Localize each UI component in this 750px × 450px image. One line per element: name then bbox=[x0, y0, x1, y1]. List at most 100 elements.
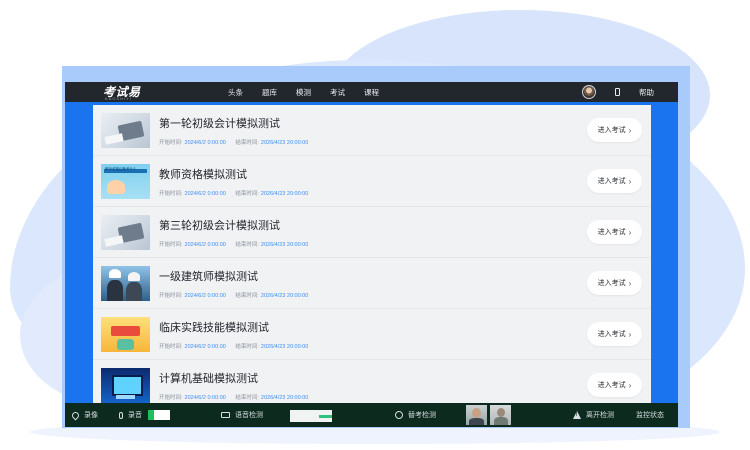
warning-icon bbox=[573, 411, 581, 419]
face-icon bbox=[395, 411, 403, 419]
chevron-right-icon: › bbox=[628, 125, 632, 135]
nav-right: 帮助 bbox=[582, 82, 654, 102]
exam-times: 开始时间: 2024/6/2 0:00:00 结束时间: 2026/4/23 20:… bbox=[159, 138, 316, 146]
end-time-value: 2026/4/23 20:00:00 bbox=[260, 242, 309, 248]
nav-item-mock-test[interactable]: 模测 bbox=[296, 87, 311, 98]
exam-times: 开始时间: 2024/6/2 0:00:00 结束时间: 2026/4/23 20:… bbox=[159, 291, 316, 299]
enter-exam-button[interactable]: 进入考试 › bbox=[587, 220, 642, 244]
exam-times: 开始时间: 2024/6/2 0:00:00 结束时间: 2026/4/23 20:… bbox=[159, 189, 316, 197]
exam-title[interactable]: 教师资格模拟测试 bbox=[159, 166, 247, 182]
camera-feed bbox=[466, 405, 487, 425]
logo-subtitle: KAOSHIYI bbox=[105, 96, 132, 101]
list-item: 计算机基础模拟测试 开始时间: 2024/6/2 0:00:00 结束时间: 202… bbox=[93, 360, 651, 403]
end-time-label: 结束时间: bbox=[235, 344, 259, 350]
app-window: 考试易 KAOSHIYI 头条 题库 模测 考试 课程 帮助 第一轮初级会计模拟… bbox=[65, 82, 678, 427]
start-time-value: 2024/6/2 0:00:00 bbox=[184, 242, 226, 248]
end-time-label: 结束时间: bbox=[235, 191, 259, 197]
end-time-value: 2026/4/23 20:00:00 bbox=[260, 395, 309, 401]
computer-thumbnail bbox=[101, 368, 150, 403]
enter-exam-button[interactable]: 进入考试 › bbox=[587, 271, 642, 295]
start-time-label: 开始时间: bbox=[159, 191, 183, 197]
enter-exam-label: 进入考试 bbox=[597, 280, 626, 287]
location-pin-icon bbox=[70, 410, 81, 420]
start-time-value: 2024/6/2 0:00:00 bbox=[184, 140, 226, 146]
end-time-label: 结束时间: bbox=[235, 242, 259, 248]
chevron-right-icon: › bbox=[628, 380, 632, 390]
exam-title[interactable]: 第三轮初级会计模拟测试 bbox=[159, 217, 280, 233]
start-time-value: 2024/6/2 0:00:00 bbox=[184, 395, 226, 401]
face-detect-label: 替考检测 bbox=[408, 412, 436, 419]
calculator-thumbnail bbox=[101, 215, 150, 250]
monitor-status-label[interactable]: 监控状态 bbox=[636, 410, 664, 420]
exam-title[interactable]: 一级建筑师模拟测试 bbox=[159, 268, 258, 284]
end-time-value: 2026/4/23 20:00:00 bbox=[260, 191, 309, 197]
voice-level-meter bbox=[290, 410, 332, 422]
exam-times: 开始时间: 2024/6/2 0:00:00 结束时间: 2026/4/23 20:… bbox=[159, 342, 316, 350]
nav-item-exam[interactable]: 考试 bbox=[330, 87, 345, 98]
end-time-label: 结束时间: bbox=[235, 395, 259, 401]
record-screen-label: 录像 bbox=[84, 412, 98, 419]
microphone-icon bbox=[119, 411, 123, 419]
list-item: 第三轮初级会计模拟测试 开始时间: 2024/6/2 0:00:00 结束时间: 2… bbox=[93, 207, 651, 258]
enter-exam-button[interactable]: 进入考试 › bbox=[587, 322, 642, 346]
enter-exam-button[interactable]: 进入考试 › bbox=[587, 169, 642, 193]
record-audio-indicator: 录音 bbox=[119, 403, 170, 427]
record-screen-indicator: 录像 bbox=[70, 403, 98, 427]
stage: 考试易 KAOSHIYI 头条 题库 模测 考试 课程 帮助 第一轮初级会计模拟… bbox=[0, 0, 750, 450]
exam-title[interactable]: 计算机基础模拟测试 bbox=[159, 370, 258, 386]
list-item: 教师资格证备考什么 教师资格模拟测试 开始时间: 2024/6/2 0:00:00… bbox=[93, 156, 651, 207]
record-audio-label: 录音 bbox=[128, 412, 142, 419]
avatar[interactable] bbox=[582, 85, 596, 99]
enter-exam-label: 进入考试 bbox=[597, 382, 626, 389]
start-time-label: 开始时间: bbox=[159, 140, 183, 146]
exam-title[interactable]: 第一轮初级会计模拟测试 bbox=[159, 115, 280, 131]
enter-exam-label: 进入考试 bbox=[597, 229, 626, 236]
leave-detect-indicator: 离开检测 bbox=[573, 403, 614, 427]
nav-item-headlines[interactable]: 头条 bbox=[228, 87, 243, 98]
chevron-right-icon: › bbox=[628, 227, 632, 237]
end-time-label: 结束时间: bbox=[235, 140, 259, 146]
chevron-right-icon: › bbox=[628, 329, 632, 339]
list-item: 一级建筑师模拟测试 开始时间: 2024/6/2 0:00:00 结束时间: 202… bbox=[93, 258, 651, 309]
exam-title[interactable]: 临床实践技能模拟测试 bbox=[159, 319, 269, 335]
voice-level-fill bbox=[319, 415, 332, 418]
start-time-value: 2024/6/2 0:00:00 bbox=[184, 191, 226, 197]
nav-item-question-bank[interactable]: 题库 bbox=[262, 87, 277, 98]
voice-detect-label: 语音检测 bbox=[235, 412, 263, 419]
start-time-value: 2024/6/2 0:00:00 bbox=[184, 293, 226, 299]
start-time-label: 开始时间: bbox=[159, 395, 183, 401]
end-time-value: 2026/4/23 20:00:00 bbox=[260, 344, 309, 350]
end-time-value: 2026/4/23 20:00:00 bbox=[260, 140, 309, 146]
nav-links: 头条 题库 模测 考试 课程 bbox=[228, 82, 398, 102]
exam-list: 第一轮初级会计模拟测试 开始时间: 2024/6/2 0:00:00 结束时间: 2… bbox=[93, 105, 651, 403]
exam-times: 开始时间: 2024/6/2 0:00:00 结束时间: 2026/4/23 20:… bbox=[159, 393, 316, 401]
chevron-right-icon: › bbox=[628, 176, 632, 186]
camera-reference bbox=[490, 405, 511, 425]
enter-exam-label: 进入考试 bbox=[597, 178, 626, 185]
voice-detect-indicator: 语音检测 bbox=[221, 403, 263, 427]
start-time-value: 2024/6/2 0:00:00 bbox=[184, 344, 226, 350]
end-time-label: 结束时间: bbox=[235, 293, 259, 299]
leave-detect-label: 离开检测 bbox=[586, 412, 614, 419]
phone-icon[interactable] bbox=[615, 88, 620, 96]
keyboard-icon bbox=[221, 412, 230, 418]
audio-level-meter bbox=[148, 410, 170, 420]
help-link[interactable]: 帮助 bbox=[639, 87, 654, 98]
monitor-status-indicator: 监控状态 bbox=[636, 403, 664, 427]
end-time-value: 2026/4/23 20:00:00 bbox=[260, 293, 309, 299]
start-time-label: 开始时间: bbox=[159, 293, 183, 299]
start-time-label: 开始时间: bbox=[159, 344, 183, 350]
enter-exam-button[interactable]: 进入考试 › bbox=[587, 373, 642, 397]
chevron-right-icon: › bbox=[628, 278, 632, 288]
teacher-thumbnail: 教师资格证备考什么 bbox=[101, 164, 150, 199]
calculator-thumbnail bbox=[101, 113, 150, 148]
clinical-thumbnail bbox=[101, 317, 150, 352]
enter-exam-button[interactable]: 进入考试 › bbox=[587, 118, 642, 142]
start-time-label: 开始时间: bbox=[159, 242, 183, 248]
exam-times: 开始时间: 2024/6/2 0:00:00 结束时间: 2026/4/23 20:… bbox=[159, 240, 316, 248]
architects-thumbnail bbox=[101, 266, 150, 301]
list-item: 临床实践技能模拟测试 开始时间: 2024/6/2 0:00:00 结束时间: 20… bbox=[93, 309, 651, 360]
list-item: 第一轮初级会计模拟测试 开始时间: 2024/6/2 0:00:00 结束时间: 2… bbox=[93, 105, 651, 156]
nav-item-courses[interactable]: 课程 bbox=[364, 87, 379, 98]
monitor-status-bar: 录像 录音 语音检测 替考检测 离开检测 监控状 bbox=[65, 403, 678, 427]
